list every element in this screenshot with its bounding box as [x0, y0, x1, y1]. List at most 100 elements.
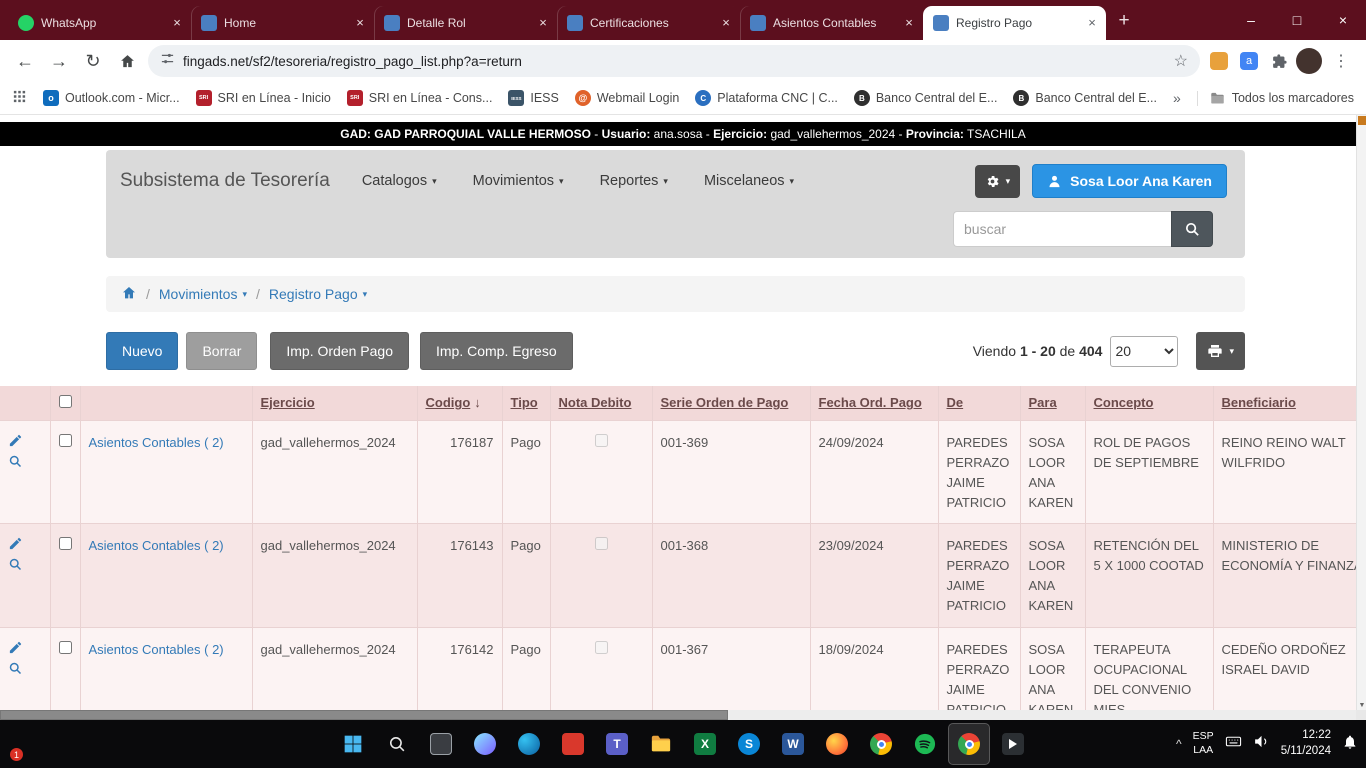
asientos-contables-link[interactable]: Asientos Contables ( 2)	[89, 642, 224, 657]
bookmark-banco-central-1[interactable]: BBanco Central del E...	[854, 90, 998, 106]
file-explorer-icon[interactable]	[640, 723, 682, 765]
asientos-contables-link[interactable]: Asientos Contables ( 2)	[89, 435, 224, 450]
home-button[interactable]	[110, 44, 144, 78]
tab-close-icon[interactable]: ×	[1084, 15, 1100, 31]
tab-close-icon[interactable]: ×	[535, 15, 551, 31]
bookmark-cnc[interactable]: CPlataforma CNC | C...	[695, 90, 838, 106]
horizontal-scrollbar[interactable]	[0, 710, 1356, 720]
vertical-scrollbar[interactable]: ▼	[1356, 115, 1366, 710]
menu-catalogos[interactable]: Catalogos▾	[362, 173, 437, 189]
tab-detalle-rol[interactable]: Detalle Rol ×	[374, 6, 557, 40]
notifications-bell-icon[interactable]	[1342, 734, 1358, 755]
forward-button[interactable]: →	[42, 44, 76, 78]
search-button[interactable]	[1171, 211, 1213, 247]
print-button[interactable]: ▾	[1196, 332, 1245, 370]
language-indicator[interactable]: ESP LAA	[1193, 730, 1214, 757]
breadcrumb-home-icon[interactable]	[121, 285, 137, 304]
edge-icon[interactable]	[508, 723, 550, 765]
edit-icon[interactable]	[8, 640, 23, 661]
all-bookmarks[interactable]: Todos los marcadores	[1197, 91, 1354, 106]
bookmark-sri-consultas[interactable]: SRISRI en Línea - Cons...	[347, 90, 493, 106]
taskbar-search-icon[interactable]	[376, 723, 418, 765]
sort-de[interactable]: De	[947, 395, 964, 410]
close-window-button[interactable]: ×	[1320, 0, 1366, 40]
extensions-puzzle-icon[interactable]	[1264, 46, 1294, 76]
new-tab-button[interactable]: +	[1110, 7, 1138, 35]
view-icon[interactable]	[8, 454, 23, 475]
tab-home[interactable]: Home ×	[191, 6, 374, 40]
edit-icon[interactable]	[8, 536, 23, 557]
copilot-icon[interactable]	[464, 723, 506, 765]
edit-icon[interactable]	[8, 433, 23, 454]
tab-close-icon[interactable]: ×	[718, 15, 734, 31]
horizontal-scrollbar-thumb[interactable]	[0, 710, 728, 720]
sort-ejercicio[interactable]: Ejercicio	[261, 395, 315, 410]
view-icon[interactable]	[8, 661, 23, 682]
bookmark-iess[interactable]: IESSIESS	[508, 90, 558, 106]
firefox-icon[interactable]	[816, 723, 858, 765]
tab-close-icon[interactable]: ×	[352, 15, 368, 31]
reload-button[interactable]: ↻	[76, 44, 110, 78]
row-checkbox[interactable]	[59, 434, 72, 447]
back-button[interactable]: ←	[8, 44, 42, 78]
red-app-icon[interactable]	[552, 723, 594, 765]
chrome-icon[interactable]	[860, 723, 902, 765]
tab-certificaciones[interactable]: Certificaciones ×	[557, 6, 740, 40]
sort-nota-debito[interactable]: Nota Debito	[559, 395, 632, 410]
bookmark-banco-central-2[interactable]: BBanco Central del E...	[1013, 90, 1157, 106]
extension-gold-icon[interactable]	[1204, 46, 1234, 76]
view-icon[interactable]	[8, 557, 23, 578]
bookmarks-overflow-icon[interactable]: »	[1173, 90, 1181, 106]
row-checkbox[interactable]	[59, 537, 72, 550]
sort-beneficiario[interactable]: Beneficiario	[1222, 395, 1296, 410]
maximize-button[interactable]: □	[1274, 0, 1320, 40]
breadcrumb-registro-pago[interactable]: Registro Pago▾	[269, 286, 367, 302]
bookmark-webmail[interactable]: @Webmail Login	[575, 90, 679, 106]
minimize-button[interactable]: –	[1228, 0, 1274, 40]
chrome-active-icon[interactable]	[948, 723, 990, 765]
tab-asientos-contables[interactable]: Asientos Contables ×	[740, 6, 923, 40]
media-player-icon[interactable]	[992, 723, 1034, 765]
nuevo-button[interactable]: Nuevo	[106, 332, 178, 370]
url-text[interactable]: fingads.net/sf2/tesoreria/registro_pago_…	[183, 54, 1166, 69]
excel-icon[interactable]: X	[684, 723, 726, 765]
settings-gear-button[interactable]: ▾	[975, 165, 1021, 198]
scroll-down-arrow-icon[interactable]: ▼	[1357, 702, 1366, 709]
breadcrumb-movimientos[interactable]: Movimientos▾	[159, 286, 247, 302]
translate-icon[interactable]: a	[1234, 46, 1264, 76]
word-icon[interactable]: W	[772, 723, 814, 765]
start-button[interactable]	[332, 723, 374, 765]
menu-miscelaneos[interactable]: Miscelaneos▾	[704, 173, 794, 189]
page-size-select[interactable]: 20	[1110, 336, 1178, 367]
sort-tipo[interactable]: Tipo	[511, 395, 538, 410]
task-view-icon[interactable]	[420, 723, 462, 765]
bookmark-sri-inicio[interactable]: SRISRI en Línea - Inicio	[196, 90, 331, 106]
sort-fecha[interactable]: Fecha Ord. Pago	[819, 395, 922, 410]
row-checkbox[interactable]	[59, 641, 72, 654]
tab-registro-pago-active[interactable]: Registro Pago ×	[923, 6, 1106, 40]
bookmark-outlook[interactable]: oOutlook.com - Micr...	[43, 90, 180, 106]
spotify-icon[interactable]	[904, 723, 946, 765]
tab-close-icon[interactable]: ×	[901, 15, 917, 31]
borrar-button[interactable]: Borrar	[186, 332, 257, 370]
skype-icon[interactable]: S	[728, 723, 770, 765]
imp-comp-egreso-button[interactable]: Imp. Comp. Egreso	[420, 332, 573, 370]
address-bar[interactable]: fingads.net/sf2/tesoreria/registro_pago_…	[148, 45, 1200, 77]
sort-concepto[interactable]: Concepto	[1094, 395, 1154, 410]
clock[interactable]: 12:22 5/11/2024	[1281, 728, 1331, 759]
sort-codigo[interactable]: Codigo	[426, 395, 471, 410]
imp-orden-pago-button[interactable]: Imp. Orden Pago	[270, 332, 409, 370]
site-settings-icon[interactable]	[160, 51, 175, 71]
tab-close-icon[interactable]: ×	[169, 15, 185, 31]
browser-menu-icon[interactable]: ⋮	[1324, 44, 1358, 78]
search-input[interactable]	[953, 211, 1171, 247]
profile-avatar[interactable]	[1296, 48, 1322, 74]
volume-icon[interactable]	[1253, 733, 1270, 755]
sort-para[interactable]: Para	[1029, 395, 1057, 410]
app-title[interactable]: Subsistema de Tesorería	[120, 170, 330, 192]
user-account-button[interactable]: Sosa Loor Ana Karen	[1032, 164, 1227, 198]
sort-serie[interactable]: Serie Orden de Pago	[661, 395, 789, 410]
tab-whatsapp[interactable]: WhatsApp ×	[8, 6, 191, 40]
menu-movimientos[interactable]: Movimientos▾	[473, 173, 564, 189]
menu-reportes[interactable]: Reportes▾	[600, 173, 668, 189]
